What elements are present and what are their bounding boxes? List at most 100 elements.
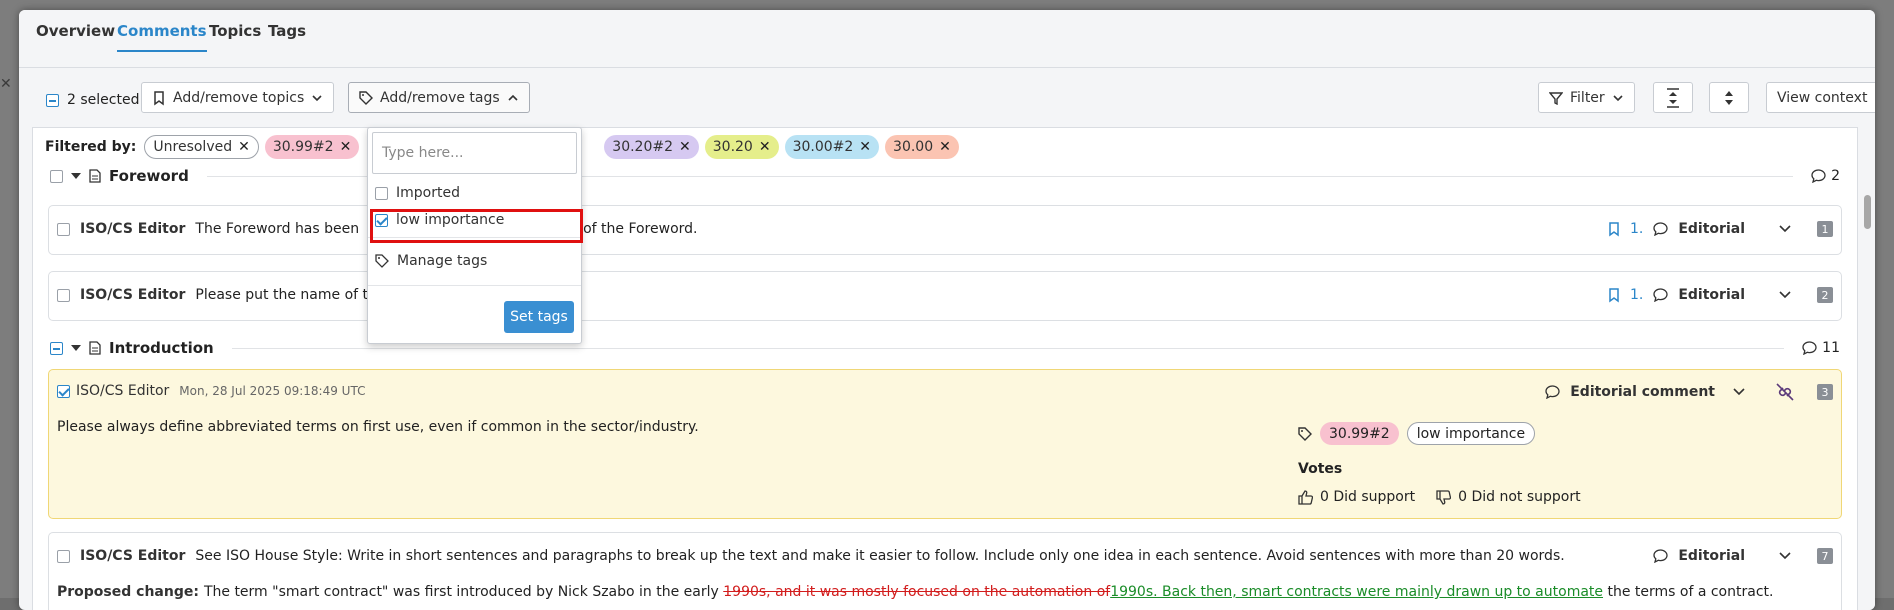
caret-down-icon[interactable] (71, 343, 81, 353)
comment-text-start: The Foreword has been (195, 221, 360, 237)
section-foreword: Foreword 2 (50, 164, 1840, 188)
remove-chip-icon[interactable]: ✕ (859, 139, 871, 155)
comment-count: 2 (1811, 168, 1840, 184)
add-tags-label: Add/remove tags (380, 89, 500, 106)
unlink-icon[interactable] (1775, 383, 1795, 401)
view-context-button[interactable]: View context (1766, 82, 1875, 113)
tag-option-imported[interactable]: Imported (375, 185, 460, 201)
topic-number[interactable]: 1. (1630, 221, 1643, 237)
scrollbar[interactable] (1861, 127, 1875, 610)
filter-chip[interactable]: Unresolved ✕ (144, 135, 259, 159)
not-support-count[interactable]: 0 Did not support (1458, 489, 1581, 505)
comment-card[interactable]: ISO/CS Editor See ISO House Style: Write… (48, 532, 1842, 610)
chevron-down-icon[interactable] (1777, 289, 1793, 301)
filter-chip[interactable]: 30.20 ✕ (704, 135, 779, 159)
remove-chip-icon[interactable]: ✕ (939, 139, 951, 155)
comments-modal: Overview Comments Topics Tags 2 selected… (19, 10, 1875, 610)
tab-tags[interactable]: Tags (268, 22, 306, 50)
comment-icon (1811, 169, 1826, 183)
section-checkbox[interactable] (50, 169, 63, 183)
filter-chip[interactable]: 30.20#2 ✕ (604, 135, 699, 159)
filter-chip[interactable]: 30.00#2 ✕ (784, 135, 880, 159)
filter-bar: Filtered by: Unresolved ✕ 30.99#2 ✕ 30.20#… (33, 128, 1857, 166)
set-tags-button[interactable]: Set tags (504, 301, 574, 333)
comment-type[interactable]: Editorial (1678, 548, 1745, 564)
filter-chip-label: 30.20#2 (612, 139, 674, 155)
section-title: Introduction (109, 339, 214, 357)
tags-icon (375, 254, 389, 268)
comment-number: 1 (1817, 221, 1833, 237)
tab-topics[interactable]: Topics (209, 22, 261, 50)
comment-type[interactable]: Editorial (1678, 287, 1745, 303)
comment-text-start: Please put the name of t (195, 287, 368, 303)
selection-summary: 2 selected (46, 92, 139, 108)
comment-type[interactable]: Editorial comment (1570, 384, 1715, 400)
chevron-down-icon[interactable] (1777, 223, 1793, 235)
tab-overview[interactable]: Overview (36, 22, 115, 50)
filter-chip[interactable]: 30.99#2 ✕ (264, 135, 360, 159)
comment-header: ISO/CS Editor Mon, 28 Jul 2025 09:18:49 … (57, 383, 365, 399)
filter-label: Filtered by: (45, 139, 137, 155)
remove-chip-icon[interactable]: ✕ (238, 139, 250, 155)
tag-option-checkbox[interactable] (375, 186, 388, 200)
comment-icon (1653, 222, 1668, 236)
manage-tags-link[interactable]: Manage tags (375, 253, 487, 269)
tab-bar: Overview Comments Topics Tags (19, 10, 1875, 68)
topic-number[interactable]: 1. (1630, 287, 1643, 303)
filter-label: Filter (1570, 89, 1605, 106)
collapse-icon (1667, 87, 1679, 108)
section-introduction: Introduction 11 (50, 336, 1840, 360)
comment-checkbox[interactable] (57, 222, 70, 236)
selected-count: 2 selected (67, 92, 140, 108)
expand-all-button[interactable] (1709, 82, 1749, 113)
scrollbar-thumb[interactable] (1864, 195, 1871, 229)
comment-meta: 1. Editorial 2 (1608, 287, 1833, 303)
comment-checkbox[interactable] (57, 384, 70, 398)
annotation-highlight-box (370, 209, 583, 243)
tab-comments[interactable]: Comments (117, 22, 207, 52)
comment-checkbox[interactable] (57, 288, 70, 302)
thumbs-up-icon[interactable] (1298, 489, 1313, 505)
votes-row: 0 Did support 0 Did not support (1298, 489, 1581, 505)
divider (231, 347, 1785, 349)
tag-option-label: Imported (396, 185, 460, 201)
chevron-down-icon (1613, 94, 1623, 101)
chevron-down-icon[interactable] (1777, 550, 1793, 562)
expand-icon (1725, 90, 1733, 105)
remove-chip-icon[interactable]: ✕ (340, 139, 352, 155)
comment-card-selected[interactable]: ISO/CS Editor Mon, 28 Jul 2025 09:18:49 … (48, 369, 1842, 519)
comment-count-value: 11 (1822, 340, 1840, 356)
add-remove-topics-button[interactable]: Add/remove topics (141, 82, 335, 113)
tag-icon (1298, 426, 1312, 441)
tag-chip[interactable]: low importance (1406, 422, 1536, 445)
bookmark-icon[interactable] (1608, 287, 1620, 303)
thumbs-down-icon[interactable] (1436, 489, 1452, 505)
chevron-down-icon[interactable] (1731, 386, 1747, 398)
comment-card[interactable]: ISO/CS Editor The Foreword has been sion… (48, 205, 1842, 255)
bookmark-icon[interactable] (1608, 221, 1620, 237)
support-count[interactable]: 0 Did support (1320, 489, 1415, 505)
filter-chip-label: 30.20 (712, 139, 753, 155)
comment-card[interactable]: ISO/CS Editor Please put the name of t 1… (48, 271, 1842, 321)
tag-search-input[interactable]: Type here... (372, 132, 577, 174)
section-title: Foreword (109, 167, 189, 185)
filter-chip[interactable]: 30.00 ✕ (885, 135, 959, 159)
caret-down-icon[interactable] (71, 171, 81, 181)
remove-chip-icon[interactable]: ✕ (679, 139, 691, 155)
select-all-checkbox[interactable] (46, 93, 59, 107)
divider (368, 285, 581, 286)
comment-checkbox[interactable] (57, 549, 70, 563)
add-remove-tags-button[interactable]: Add/remove tags (348, 82, 530, 113)
collapse-all-button[interactable] (1653, 82, 1693, 113)
comment-author: ISO/CS Editor (80, 287, 186, 303)
comments-list: Filtered by: Unresolved ✕ 30.99#2 ✕ 30.20#… (32, 127, 1858, 610)
chevron-up-icon (508, 94, 518, 101)
tag-chip[interactable]: 30.99#2 (1320, 422, 1399, 445)
section-checkbox[interactable] (50, 341, 63, 355)
comment-author: ISO/CS Editor (80, 221, 186, 237)
comment-type[interactable]: Editorial (1678, 221, 1745, 237)
filter-chip-label: 30.99#2 (272, 139, 334, 155)
filter-button[interactable]: Filter (1538, 82, 1635, 113)
votes-label: Votes (1298, 461, 1343, 477)
remove-chip-icon[interactable]: ✕ (759, 139, 771, 155)
